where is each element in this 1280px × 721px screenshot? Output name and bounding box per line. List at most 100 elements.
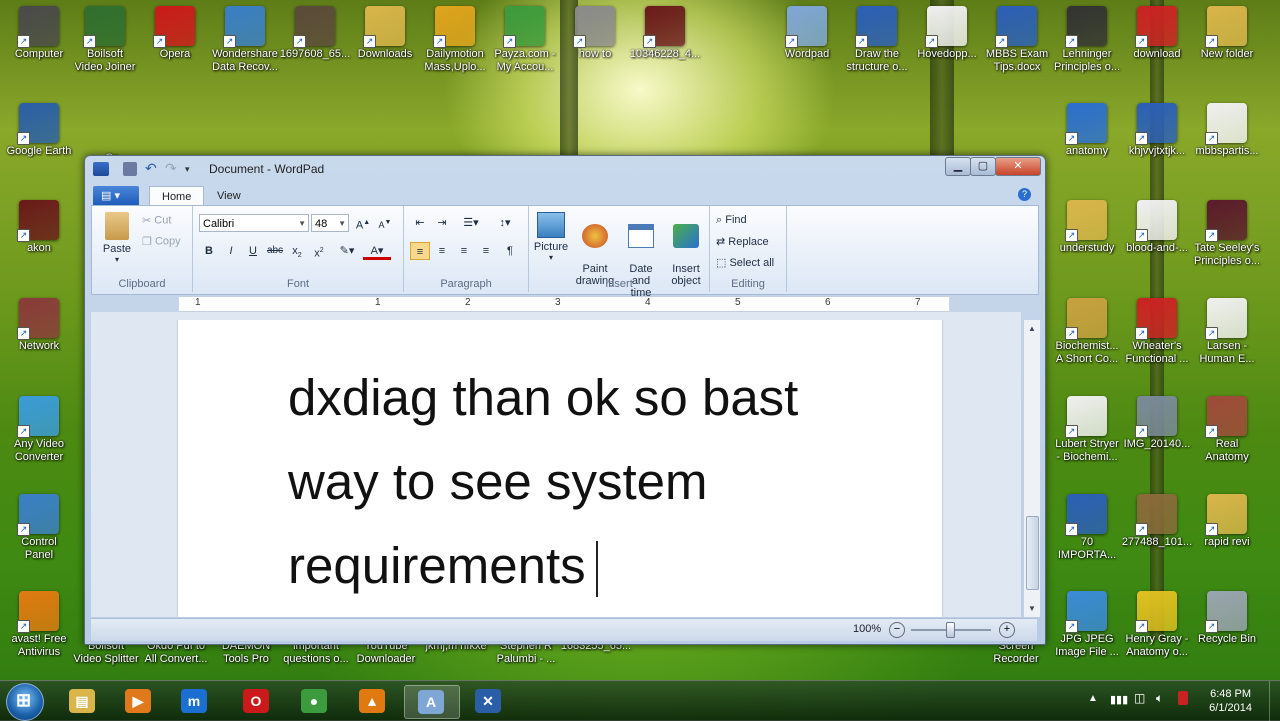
- desktop-icon-recyclebin[interactable]: ↗ Recycle Bin: [1188, 591, 1266, 646]
- desktop-icon-googleearth[interactable]: ↗ Google Earth: [0, 103, 78, 158]
- scroll-up-icon[interactable]: ▲: [1028, 324, 1036, 333]
- desktop-icon-img277488[interactable]: ↗ 277488_101...: [1118, 494, 1196, 549]
- signal-icon[interactable]: ▮▮▮: [1110, 693, 1128, 706]
- zoom-slider-thumb[interactable]: [946, 622, 955, 638]
- desktop-icon-anatomy[interactable]: ↗ anatomy: [1048, 103, 1126, 158]
- desktop-icon-jpgjpeg[interactable]: ↗ JPG JPEG Image File ...: [1048, 591, 1126, 659]
- grow-font-icon[interactable]: A▲: [353, 214, 373, 232]
- select-all-button[interactable]: ⬚ Select all: [716, 256, 774, 269]
- desktop-icon-hovedopp[interactable]: ↗ Hovedopp...: [908, 6, 986, 61]
- taskbar-item-vlc[interactable]: ▲: [346, 685, 400, 717]
- application-menu-button[interactable]: ▤ ▾: [93, 186, 139, 206]
- desktop-icon-img20140[interactable]: ↗ IMG_20140...: [1118, 396, 1196, 451]
- replace-button[interactable]: ⇄ Replace: [716, 235, 769, 248]
- wordpad-app-icon[interactable]: [93, 162, 109, 176]
- highlight-color-icon[interactable]: ✎▾: [333, 242, 361, 260]
- taskbar-item-explorer[interactable]: ▤: [56, 685, 110, 717]
- desktop-icon-boilsoft[interactable]: ↗ Boilsoft Video Joiner: [66, 6, 144, 74]
- desktop-icon-mbbspartis[interactable]: ↗ mbbspartis...: [1188, 103, 1266, 158]
- desktop-icon-wordpad[interactable]: ↗ Wordpad: [768, 6, 846, 61]
- start-button[interactable]: ⊞: [6, 683, 44, 721]
- bullets-icon[interactable]: ☰▾: [456, 214, 486, 232]
- desktop-icon-khjvvj[interactable]: ↗ khjvvjtxtjk...: [1118, 103, 1196, 158]
- taskbar-item-maxthon[interactable]: m: [168, 685, 222, 717]
- show-hidden-icons-icon[interactable]: ▲: [1088, 693, 1098, 704]
- help-icon[interactable]: ?: [1018, 188, 1031, 201]
- desktop-icon-img10346[interactable]: ↗ 10346228_4...: [626, 6, 704, 61]
- minimize-button[interactable]: ▁: [945, 157, 971, 176]
- desktop-icon-rapidrevi[interactable]: ↗ rapid revi: [1188, 494, 1266, 549]
- decrease-indent-icon[interactable]: ⇤: [410, 214, 430, 232]
- clock[interactable]: 6:48 PM 6/1/2014: [1209, 687, 1252, 715]
- network-icon[interactable]: ◫: [1134, 691, 1145, 705]
- text-color-icon[interactable]: A▾: [363, 242, 391, 260]
- desktop-icon-akon[interactable]: ↗ akon: [0, 200, 78, 255]
- desktop-icon-wondershare[interactable]: ↗ Wondershare Data Recov...: [206, 6, 284, 74]
- desktop-icon-realanatomy[interactable]: ↗ Real Anatomy: [1188, 396, 1266, 464]
- redo-icon[interactable]: ↷: [165, 161, 179, 176]
- desktop-icon-drawstructure[interactable]: ↗ Draw the structure o...: [838, 6, 916, 74]
- align-right-icon[interactable]: ≡: [454, 242, 474, 260]
- desktop-icon-howto[interactable]: ↗ how to: [556, 6, 634, 61]
- find-button[interactable]: ⌕ Find: [716, 214, 747, 227]
- desktop-icon-lubertstryer[interactable]: ↗ Lubert Stryer - Biochemi...: [1048, 396, 1126, 464]
- save-icon[interactable]: [123, 162, 137, 176]
- desktop-icon-dailymotion[interactable]: ↗ Dailymotion Mass,Uplo...: [416, 6, 494, 74]
- font-size-select[interactable]: 48 ▼: [311, 214, 349, 232]
- desktop-icon-henrygray[interactable]: ↗ Henry Gray - Anatomy o...: [1118, 591, 1196, 659]
- zoom-out-icon[interactable]: −: [889, 622, 905, 638]
- taskbar-item-chrome[interactable]: ●: [288, 685, 342, 717]
- desktop-icon-download[interactable]: ↗ download: [1118, 6, 1196, 61]
- desktop-icon-downloads[interactable]: ↗ Downloads: [346, 6, 424, 61]
- ruler[interactable]: 1 1 2 3 4 5 6 7: [179, 296, 949, 312]
- desktop-icon-video1697[interactable]: ↗ 1697608_65...: [276, 6, 354, 61]
- justify-icon[interactable]: ≡: [476, 242, 496, 260]
- desktop-icon-lehninger[interactable]: ↗ Lehninger Principles o...: [1048, 6, 1126, 74]
- align-left-icon[interactable]: ≡: [410, 242, 430, 260]
- document-page[interactable]: dxdiag than ok so bast way to see system…: [177, 320, 943, 617]
- desktop-icon-avast[interactable]: ↗ avast! Free Antivirus: [0, 591, 78, 659]
- title-bar[interactable]: ↶ ↷ ▾ Document - WordPad ▁ ▢ ✕: [85, 156, 1045, 182]
- desktop-icon-network[interactable]: ↗ Network: [0, 298, 78, 353]
- volume-icon[interactable]: 🔈︎: [1156, 691, 1163, 706]
- paste-button[interactable]: Paste ▾: [102, 212, 132, 264]
- font-family-select[interactable]: Calibri ▼: [199, 214, 309, 232]
- strikethrough-icon[interactable]: abc: [265, 242, 285, 260]
- cut-button[interactable]: ✂ Cut: [142, 214, 171, 227]
- desktop-icon-newfolder[interactable]: ↗ New folder: [1188, 6, 1266, 61]
- increase-indent-icon[interactable]: ⇥: [432, 214, 452, 232]
- vertical-scrollbar[interactable]: ▲ ▼: [1023, 320, 1040, 617]
- undo-icon[interactable]: ↶: [145, 161, 159, 176]
- tab-home[interactable]: Home: [149, 186, 205, 207]
- desktop-icon-larsen[interactable]: ↗ Larsen - Human E...: [1188, 298, 1266, 366]
- superscript-icon[interactable]: x2: [309, 242, 329, 260]
- underline-icon[interactable]: U: [243, 242, 263, 260]
- scrollbar-thumb[interactable]: [1026, 516, 1039, 590]
- desktop-icon-wheater[interactable]: ↗ Wheater's Functional ...: [1118, 298, 1196, 366]
- desktop-icon-understudy[interactable]: ↗ understudy: [1048, 200, 1126, 255]
- paragraph-dialog-icon[interactable]: ¶: [500, 242, 520, 260]
- taskbar-item-wordpad[interactable]: A: [404, 685, 460, 719]
- taskbar-item-opera[interactable]: O: [230, 685, 284, 717]
- scroll-down-icon[interactable]: ▼: [1028, 604, 1036, 613]
- shrink-font-icon[interactable]: A▼: [375, 214, 395, 232]
- italic-icon[interactable]: I: [221, 242, 241, 260]
- desktop-icon-biochemist[interactable]: ↗ Biochemist... A Short Co...: [1048, 298, 1126, 366]
- taskbar-item-mediaplayer[interactable]: ▶: [112, 685, 166, 717]
- customize-quick-access-icon[interactable]: ▾: [185, 162, 199, 176]
- insert-object-button[interactable]: Insert object: [665, 212, 707, 287]
- show-desktop-button[interactable]: [1269, 681, 1280, 721]
- maximize-button[interactable]: ▢: [970, 157, 996, 176]
- picture-button[interactable]: Picture ▾: [531, 212, 571, 262]
- desktop-icon-payza[interactable]: ↗ Payza.com - My Accou...: [486, 6, 564, 74]
- taskbar-item-xapp[interactable]: ✕: [462, 685, 516, 717]
- desktop-icon-important70[interactable]: ↗ 70 IMPORTA...: [1048, 494, 1126, 562]
- copy-button[interactable]: ❐ Copy: [142, 235, 181, 248]
- desktop-icon-mbbsexam[interactable]: ↗ MBBS Exam Tips.docx: [978, 6, 1056, 74]
- bold-icon[interactable]: B: [199, 242, 219, 260]
- tab-view[interactable]: View: [205, 186, 253, 206]
- paint-drawing-button[interactable]: Paint drawing: [573, 212, 617, 287]
- desktop-icon-opera[interactable]: ↗ Opera: [136, 6, 214, 61]
- subscript-icon[interactable]: x2: [287, 242, 307, 260]
- zoom-in-icon[interactable]: +: [999, 622, 1015, 638]
